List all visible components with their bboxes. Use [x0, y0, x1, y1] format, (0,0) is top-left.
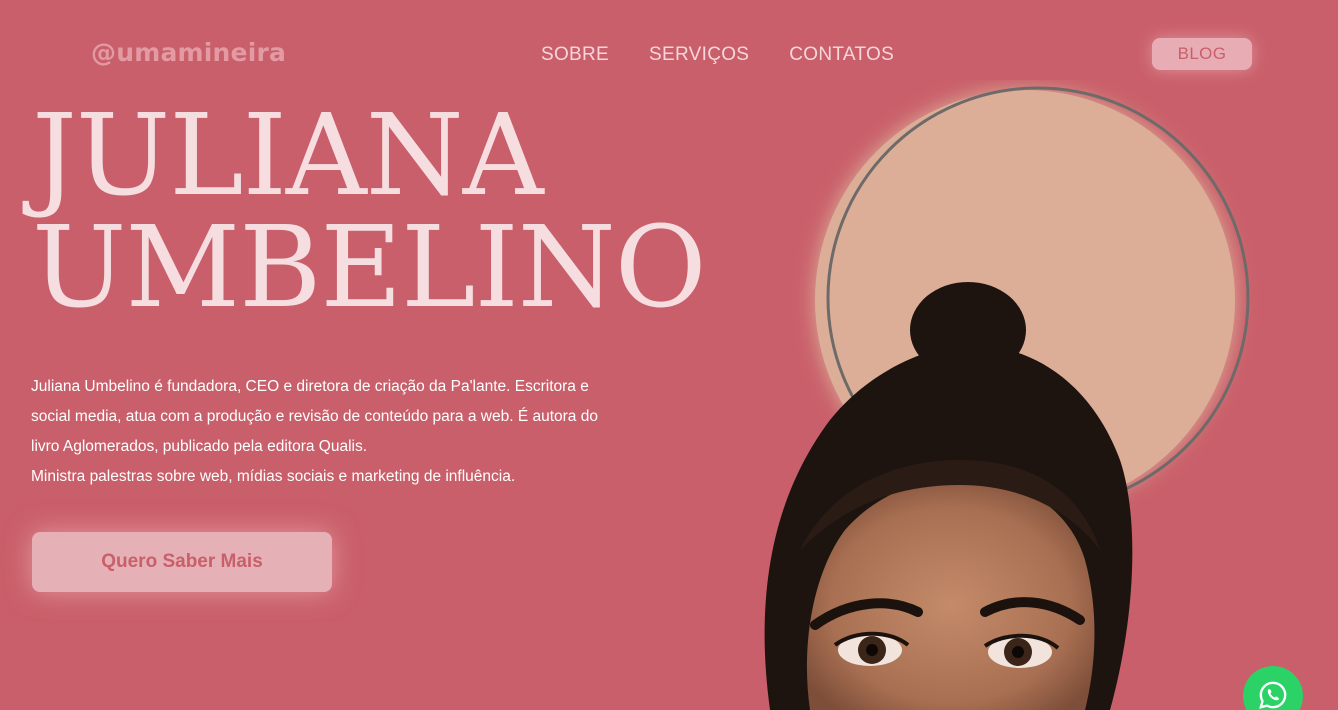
cta-button[interactable]: Quero Saber Mais — [32, 532, 332, 592]
hero-portrait — [764, 86, 1250, 710]
nav-item-sobre[interactable]: SOBRE — [541, 44, 609, 66]
hero-title-first-name: JULIANA — [32, 91, 544, 221]
brand-handle[interactable]: @umamineira — [91, 38, 286, 67]
blog-button[interactable]: BLOG — [1152, 38, 1252, 70]
main-nav: SOBRE SERVIÇOS CONTATOS — [541, 44, 894, 66]
hero-title: JULIANA UMBELINO — [32, 91, 707, 333]
bio-paragraph-talks: Ministra palestras sobre web, mídias soc… — [31, 468, 516, 485]
hero-bio: Juliana Umbelino é fundadora, CEO e dire… — [31, 372, 621, 492]
nav-item-contatos[interactable]: CONTATOS — [789, 44, 894, 66]
hero-title-last-name: UMBELINO — [32, 203, 707, 333]
nav-item-servicos[interactable]: SERVIÇOS — [649, 44, 749, 66]
bio-paragraph: Juliana Umbelino é fundadora, CEO e dire… — [31, 378, 598, 455]
whatsapp-icon — [1259, 681, 1287, 709]
